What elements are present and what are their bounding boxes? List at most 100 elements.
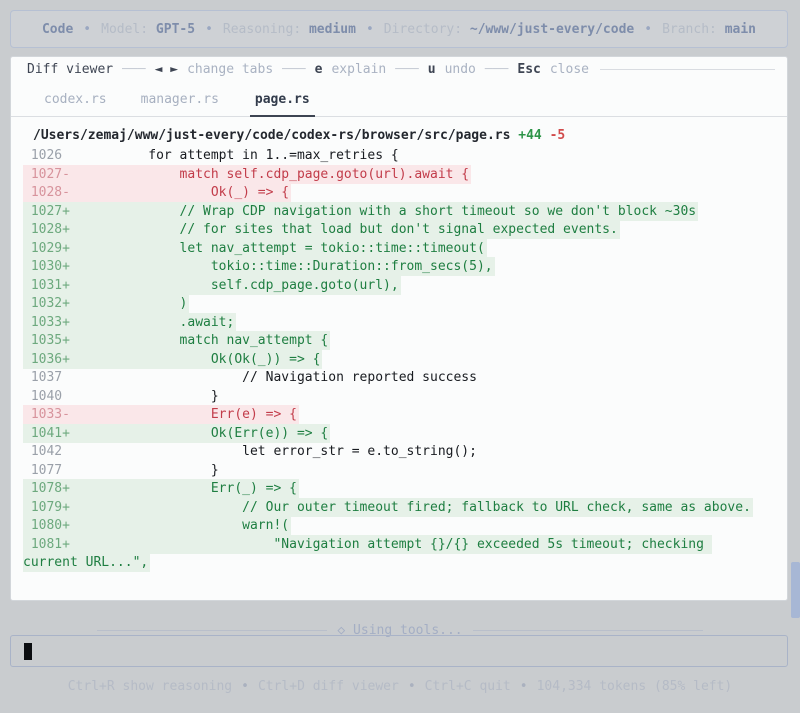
diff-line: 1028+ // for sites that load but don't s… [23, 220, 755, 240]
diff-line-highlight: 1027- match self.cdp_page.goto(url).awai… [23, 164, 472, 184]
line-code: .await; [85, 314, 235, 330]
footer-hints: Ctrl+R show reasoning • Ctrl+D diff viewer… [0, 679, 800, 694]
separator-dot: • [83, 21, 92, 37]
session-field-value: GPT-5 [155, 21, 196, 37]
line-code: } [85, 462, 219, 478]
diff-line-highlight: 1035+ match nav_attempt { [23, 331, 331, 350]
line-code: let nav_attempt = tokio::time::timeout( [85, 240, 485, 256]
line-code: Err(e) => { [85, 407, 297, 422]
diff-line-highlight: 1041+ Ok(Err(e)) => { [23, 423, 331, 443]
diff-line: 1040 } [23, 388, 755, 407]
footer-shortcut-label: diff viewer [304, 679, 399, 694]
footer-shortcut-key: Ctrl+C [424, 679, 472, 694]
diff-line: 1036+ Ok(Ok(_)) => { [23, 349, 755, 370]
footer-shortcut-key: Ctrl+R [67, 679, 115, 694]
shortcut-key: ◄ ► [154, 61, 179, 77]
line-number: 1027- [23, 166, 86, 182]
diff-line: 1077 } [23, 462, 755, 481]
file-tabs: codex.rs manager.rs page.rs [11, 78, 787, 117]
diff-line: 1081+ "Navigation attempt {}/{} exceeded… [23, 534, 755, 573]
line-code: "Navigation attempt {}/{} exceeded 5s ti… [23, 536, 712, 571]
diff-line: 1033- Err(e) => { [23, 405, 755, 425]
diff-line: 1078+ Err(_) => { [23, 479, 755, 499]
line-code: warn!( [85, 518, 290, 533]
line-number: 1032+ [23, 296, 86, 311]
line-number: 1027+ [23, 203, 86, 219]
diff-viewer-header: Diff viewer ─── ◄ ► change tabs ─── e explain… [27, 60, 775, 78]
line-number: 1030+ [23, 259, 86, 274]
separator-dot: • [519, 679, 528, 694]
footer-shortcut-label: show reasoning [114, 679, 233, 694]
line-number: 1080+ [23, 518, 86, 533]
diff-content[interactable]: 1026 for attempt in 1..=max_retries { 10… [11, 147, 787, 573]
separator-dot: • [644, 21, 653, 37]
diff-line: 1028- Ok(_) => { [23, 183, 755, 203]
deletions-count: -5 [541, 128, 566, 143]
diff-line-highlight: 1031+ self.cdp_page.goto(url), [23, 275, 401, 295]
line-number: 1079+ [23, 499, 86, 515]
diff-line-highlight: 1030+ tokio::time::Duration::from_secs(5… [23, 257, 495, 276]
shortcut-key: Esc [517, 61, 541, 77]
diff-line: 1026 for attempt in 1..=max_retries { [23, 147, 755, 166]
line-number: 1028+ [23, 222, 86, 237]
header-dash: ─── [282, 61, 306, 77]
line-number: 1041+ [23, 425, 86, 441]
line-number: 1033+ [23, 314, 86, 330]
diff-line: 1030+ tokio::time::Duration::from_secs(5… [23, 257, 755, 277]
diff-line: 1033+ .await; [23, 312, 755, 333]
line-number: 1029+ [23, 240, 86, 256]
session-info-bar: Code • Model: GPT-5 • Reasoning: medium • Dire… [10, 10, 788, 48]
diff-line: 1027- match self.cdp_page.goto(url).awai… [23, 164, 755, 185]
diff-line-highlight: 1033+ .await; [23, 312, 237, 332]
separator-dot: • [407, 679, 416, 694]
tab-manager.rs[interactable]: manager.rs [138, 90, 222, 116]
diff-line: 1029+ let nav_attempt = tokio::time::tim… [23, 238, 755, 259]
file-path: /Users/zemaj/www/just-every/code/codex-r… [33, 128, 519, 143]
line-number: 1077 [23, 462, 86, 478]
line-code: // Navigation reported success [85, 370, 477, 385]
shortcut-label: close [549, 61, 589, 77]
diff-viewer-panel: Diff viewer ─── ◄ ► change tabs ─── e explain… [10, 56, 788, 601]
status-dash-left [97, 629, 328, 631]
line-number: 1078+ [23, 481, 86, 496]
line-code: for attempt in 1..=max_retries { [85, 148, 399, 163]
shortcut-label: explain [331, 61, 387, 77]
diff-line-highlight: 1078+ Err(_) => { [23, 479, 299, 498]
header-border-line [600, 68, 775, 70]
session-field-label: Model: [101, 21, 156, 37]
additions-count: +44 [518, 128, 542, 143]
line-code: Err(_) => { [85, 481, 297, 496]
line-number: 1028- [23, 185, 86, 200]
session-field-value: ~/www/just-every/code [469, 21, 635, 37]
terminal-app-window: Code • Model: GPT-5 • Reasoning: medium • Dire… [0, 0, 800, 713]
text-cursor [24, 642, 32, 660]
diff-line: 1080+ warn!( [23, 516, 755, 536]
diff-line-highlight: 1028- Ok(_) => { [23, 183, 292, 202]
line-number: 1035+ [23, 333, 86, 348]
separator-dot: • [241, 679, 249, 694]
tab-page.rs[interactable]: page.rs [249, 90, 315, 117]
header-dash: ─── [484, 61, 509, 77]
diff-line-highlight: 1036+ Ok(Ok(_)) => { [23, 349, 323, 369]
line-code: self.cdp_page.goto(url), [85, 277, 399, 293]
line-number: 1031+ [23, 277, 86, 293]
diff-line-highlight: 1032+ ) [23, 294, 190, 313]
diff-line-highlight: 1081+ "Navigation attempt {}/{} exceeded… [23, 534, 712, 572]
diff-line-highlight: 1079+ // Our outer timeout fired; fallba… [23, 497, 753, 517]
tab-codex.rs[interactable]: codex.rs [41, 90, 110, 116]
diff-line: 1041+ Ok(Err(e)) => { [23, 423, 755, 444]
message-input[interactable] [10, 635, 788, 667]
diff-line-highlight: 1040 } [23, 387, 221, 406]
line-number: 1081+ [23, 536, 86, 552]
scrollbar-thumb[interactable] [791, 562, 800, 618]
status-dash-right [472, 629, 704, 631]
line-code: // Our outer timeout fired; fallback to … [85, 499, 751, 515]
diff-viewer-title: Diff viewer [27, 61, 114, 77]
line-code: // for sites that load but don't signal … [85, 222, 618, 237]
session-field-value: main [724, 21, 757, 37]
line-code: Ok(Err(e)) => { [85, 425, 329, 441]
diff-line: 1027+ // Wrap CDP navigation with a shor… [23, 201, 755, 222]
line-code: tokio::time::Duration::from_secs(5), [85, 259, 493, 274]
diff-line: 1079+ // Our outer timeout fired; fallba… [23, 497, 755, 518]
footer-shortcut-label: quit [471, 679, 511, 694]
